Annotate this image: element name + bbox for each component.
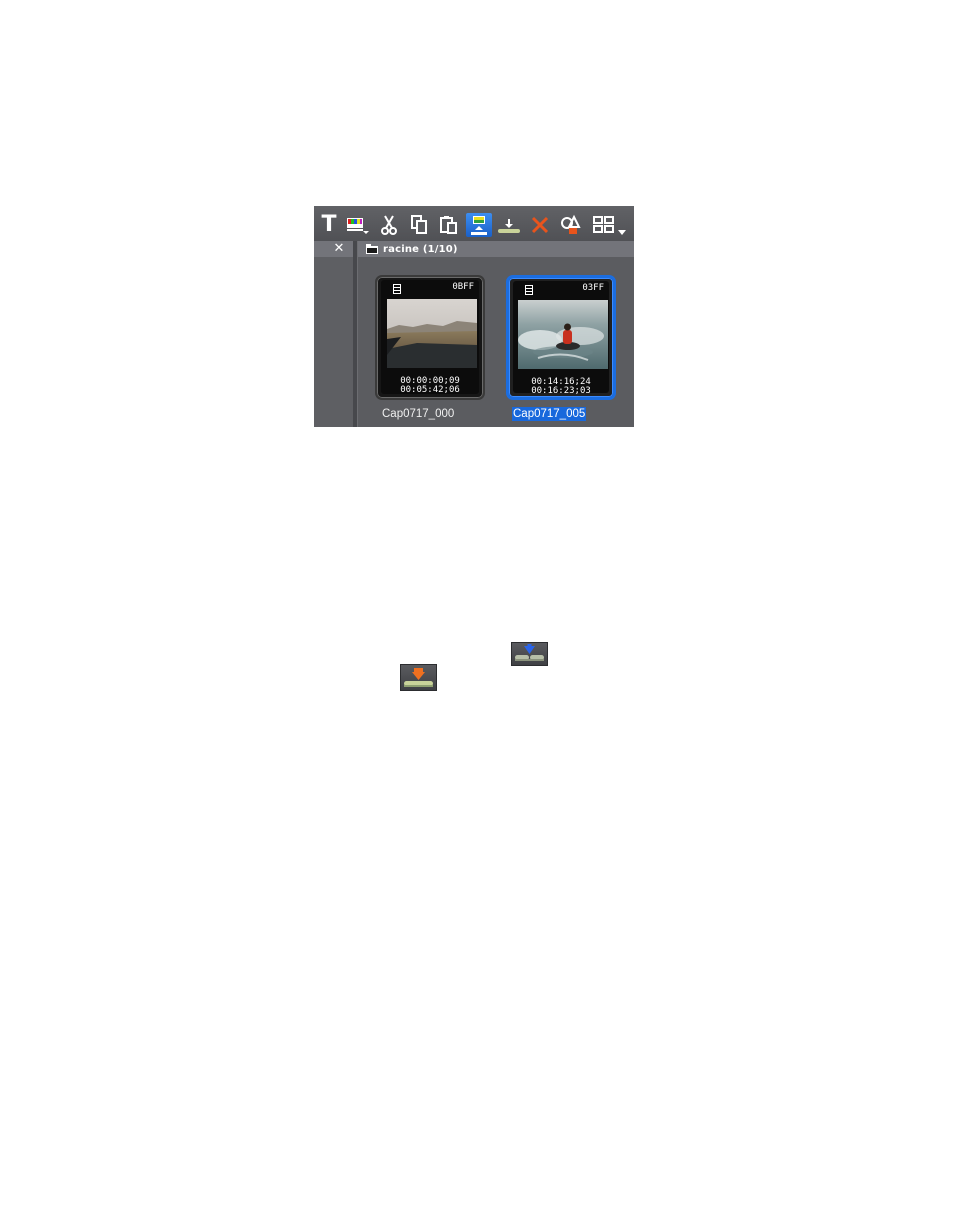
- copy-button[interactable]: [406, 213, 432, 237]
- road-landscape-image: [387, 299, 477, 368]
- properties-button[interactable]: [557, 213, 583, 237]
- grid-view-icon: [593, 216, 626, 235]
- clip-card-inner: 03FF 00:14:16;24 00:16:23;03: [513, 281, 609, 396]
- clip-preview-image: [518, 300, 608, 369]
- bin-contents-pane: racine (1/10) 0BFF 00:00:00;09 00:05:42;…: [358, 241, 634, 427]
- bin-title: racine (1/10): [383, 243, 458, 255]
- bin-toolbar: T: [314, 206, 634, 241]
- clip-code: 0BFF: [452, 282, 474, 292]
- clip-card: 0BFF 00:00:00;09 00:05:42;06: [375, 275, 485, 400]
- video-clip-icon: [525, 285, 533, 295]
- folder-tree-pane: ✕: [314, 241, 353, 427]
- jetski-water-image: [518, 300, 608, 369]
- insert-icon: [498, 219, 520, 233]
- send-to-timeline-icon: [471, 216, 487, 235]
- clip-thumbnail-cap0717-000[interactable]: 0BFF 00:00:00;09 00:05:42;06: [375, 275, 485, 400]
- text-tool-button[interactable]: T: [316, 213, 342, 237]
- overwrite-to-timeline-icon: [511, 642, 548, 666]
- send-to-timeline-button[interactable]: [466, 213, 492, 237]
- scissors-icon: [381, 215, 397, 235]
- bin-header: racine (1/10): [358, 241, 634, 257]
- clip-timecode-out: 00:16:23;03: [531, 386, 591, 396]
- copy-icon: [411, 215, 427, 234]
- cut-button[interactable]: [376, 213, 402, 237]
- paste-icon: [440, 216, 457, 234]
- delete-x-icon: [531, 216, 549, 234]
- insert-to-timeline-button[interactable]: [496, 213, 522, 237]
- view-mode-button[interactable]: [588, 213, 632, 237]
- clip-card-selected: 03FF 00:14:16;24 00:16:23;03: [506, 275, 616, 400]
- close-icon[interactable]: ✕: [332, 242, 346, 256]
- folder-icon: [366, 244, 378, 254]
- clip-card-inner: 0BFF 00:00:00;09 00:05:42;06: [381, 280, 479, 395]
- color-bars-icon: [347, 218, 369, 234]
- paste-button[interactable]: [436, 213, 462, 237]
- video-clip-icon: [393, 284, 401, 294]
- text-icon: T: [321, 212, 337, 237]
- clip-thumbnail-cap0717-005[interactable]: 03FF 00:14:16;24 00:16:23;03: [506, 275, 616, 400]
- delete-button[interactable]: [527, 213, 553, 237]
- properties-icon: [561, 214, 581, 234]
- clip-name-label[interactable]: Cap0717_000: [381, 407, 455, 421]
- clip-preview-image: [387, 299, 477, 368]
- clip-timecode-out: 00:05:42;06: [400, 385, 460, 395]
- bin-window: T ✕ racine (1/10) 0BFF 00:00:00;09 00:05…: [314, 206, 634, 427]
- clip-name-label-selected[interactable]: Cap0717_005: [512, 407, 587, 421]
- clip-code: 03FF: [582, 283, 604, 293]
- folder-tree-header: ✕: [314, 241, 353, 257]
- send-to-timeline-inline-icon: [400, 664, 437, 691]
- color-bars-button[interactable]: [344, 213, 370, 237]
